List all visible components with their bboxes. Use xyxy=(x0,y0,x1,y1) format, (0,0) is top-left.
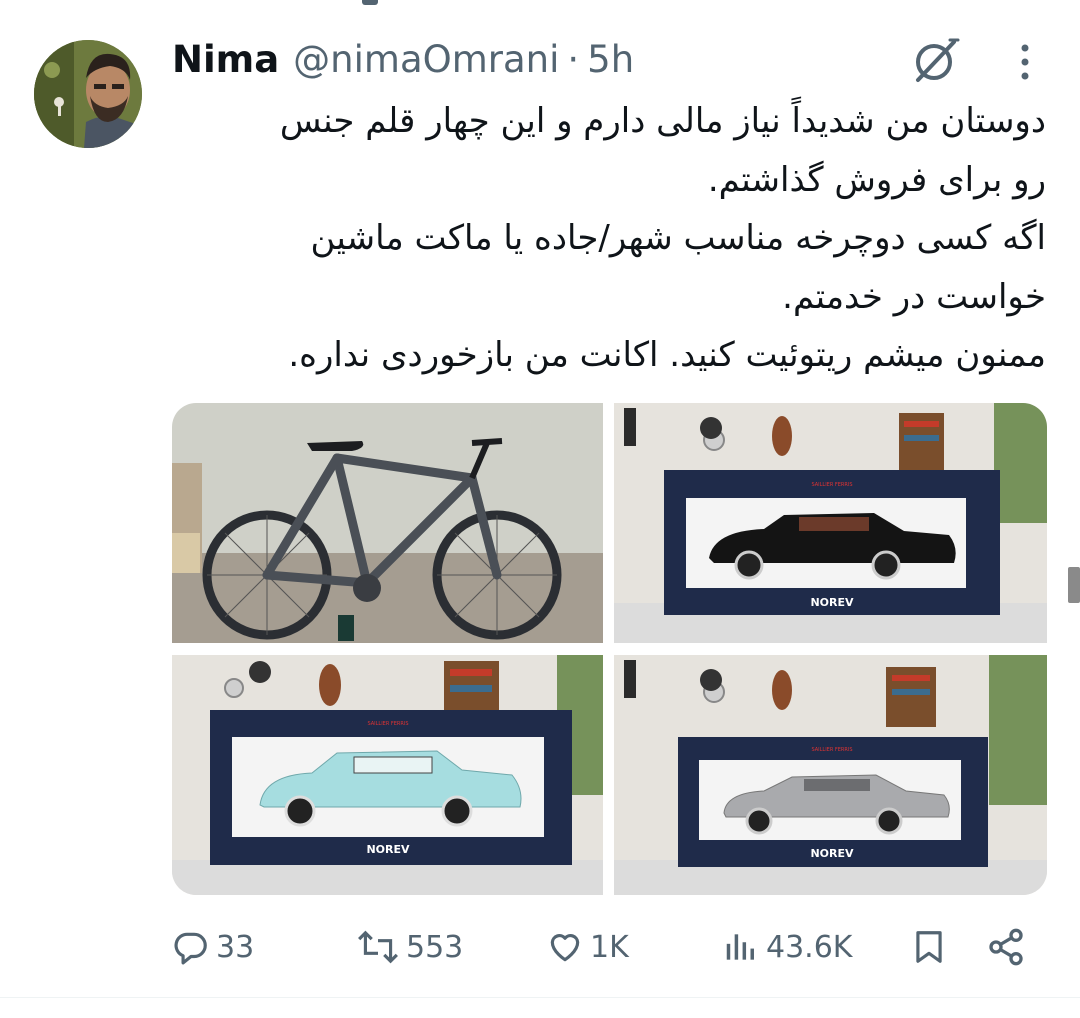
tweet-timestamp[interactable]: 5h xyxy=(587,38,634,81)
tweet-actions-bar: 33 553 1K 43.6K xyxy=(0,918,1080,976)
grok-icon[interactable] xyxy=(906,36,962,86)
box-brand-label: NOREV xyxy=(366,843,410,856)
tweet-text-line: دوستان من شدیداً نیاز مالی دارم و این چه… xyxy=(279,101,1046,141)
previous-tweet-fragment xyxy=(362,0,378,5)
tweet-text-line: ممنون میشم ریتوئیت کنید. اکانت من بازخور… xyxy=(288,335,1046,375)
avatar-photo xyxy=(34,40,142,148)
scrollbar-thumb[interactable] xyxy=(1068,567,1080,603)
box-small-label: SAILLIER FERRIS xyxy=(811,747,852,753)
tweet-text-line: اگه کسی دوچرخه مناسب شهر/جاده یا ماکت ما… xyxy=(310,218,1046,258)
box-small-label: SAILLIER FERRIS xyxy=(811,482,852,488)
tweet-header: Nima @nimaOmrani · 5h xyxy=(172,34,634,84)
like-count: 1K xyxy=(590,929,629,965)
reply-count: 33 xyxy=(216,929,255,965)
author-name[interactable]: Nima xyxy=(172,38,279,81)
box-brand-label: NOREV xyxy=(810,847,854,860)
like-icon xyxy=(550,934,580,962)
repost-button[interactable]: 553 xyxy=(356,918,463,976)
author-handle[interactable]: @nimaOmrani xyxy=(293,38,559,81)
bookmark-button[interactable] xyxy=(910,918,948,976)
avatar[interactable] xyxy=(34,40,142,148)
repost-icon xyxy=(358,930,398,964)
views-button[interactable]: 43.6K xyxy=(722,918,852,976)
like-button[interactable]: 1K xyxy=(546,918,629,976)
reply-icon xyxy=(174,932,207,965)
box-brand-label: NOREV xyxy=(810,596,854,609)
views-icon xyxy=(726,934,754,960)
repost-count: 553 xyxy=(406,929,464,965)
tweet-text: دوستان من شدیداً نیاز مالی دارم و این چه… xyxy=(170,92,1046,385)
tweet-divider xyxy=(0,997,1080,998)
reply-button[interactable]: 33 xyxy=(172,918,254,976)
share-button[interactable] xyxy=(986,918,1026,976)
more-options-icon[interactable] xyxy=(1010,40,1040,84)
bookmark-icon xyxy=(916,931,942,963)
tweet-text-line: خواست در خدمتم. xyxy=(782,276,1046,317)
share-icon xyxy=(989,928,1023,966)
media-car-model-lightblue[interactable]: NOREV SAILLIER FERRIS xyxy=(172,655,603,895)
tweet-text-line: رو برای فروش گذاشتم. xyxy=(707,159,1046,200)
header-separator: · xyxy=(567,37,580,81)
media-car-model-black[interactable]: NOREV SAILLIER FERRIS xyxy=(614,403,1047,643)
box-small-label: SAILLIER FERRIS xyxy=(367,721,408,727)
views-count: 43.6K xyxy=(766,929,853,965)
media-bicycle-photo[interactable] xyxy=(172,403,603,643)
media-car-model-silver[interactable]: NOREV SAILLIER FERRIS xyxy=(614,655,1047,895)
